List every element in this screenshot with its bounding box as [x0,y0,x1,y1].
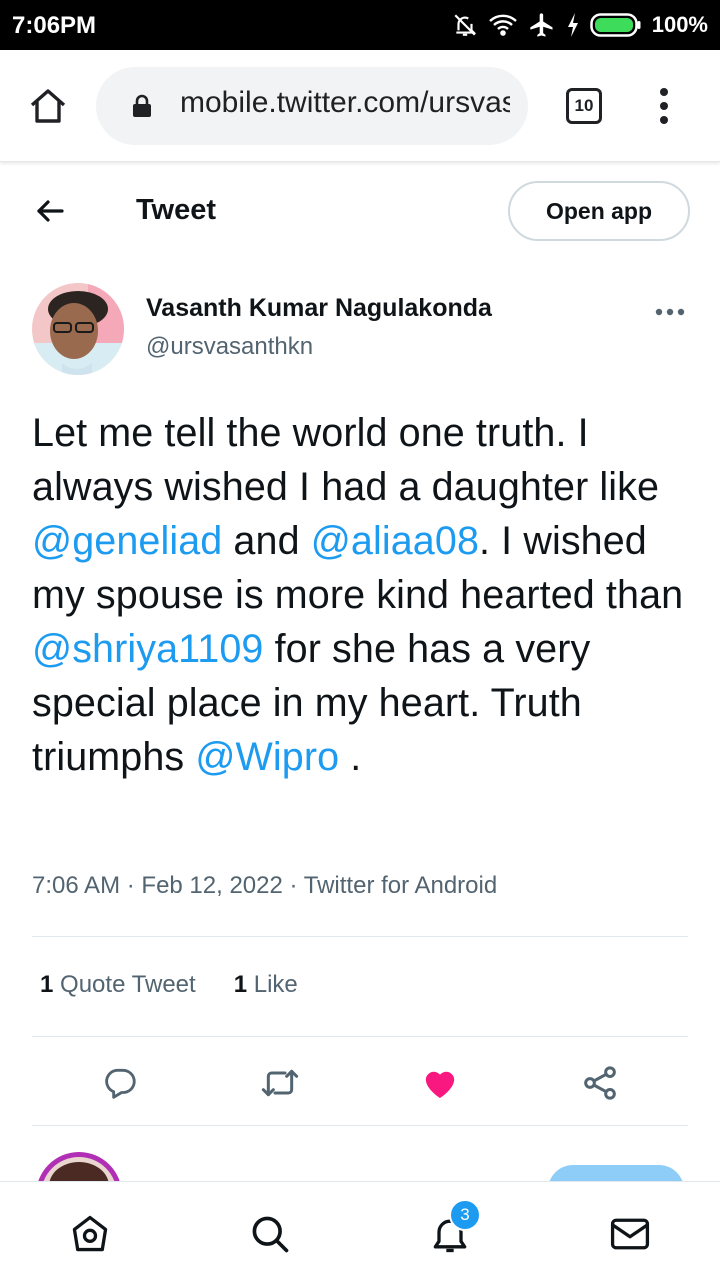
retweet-icon[interactable] [255,1058,305,1108]
quote-tweets-stat[interactable]: 1 Quote Tweet [40,971,196,999]
tweet-date[interactable]: Feb 12, 2022 [141,872,282,899]
author-handle[interactable]: @ursvasanthkn [146,333,313,361]
home-icon[interactable] [66,1210,114,1258]
tweet-header: Tweet Open app [0,163,720,259]
tweet-text-segment: . [339,735,362,779]
bottom-navigation: 3 [0,1181,720,1280]
tab-switcher-button[interactable]: 10 [566,88,602,124]
page-title: Tweet [136,194,217,226]
quote-tweets-label: Quote Tweet [60,971,196,998]
notifications-badge: 3 [449,1199,481,1231]
url-text: mobile.twitter.com/ursvasanthkn [180,86,510,119]
tweet-stats: 1 Quote Tweet 1 Like [40,971,298,999]
browser-menu-icon[interactable] [656,86,672,126]
mention-link[interactable]: @shriya1109 [32,627,264,671]
tweet-source[interactable]: Twitter for Android [304,872,497,899]
divider [32,1125,688,1126]
battery-icon [589,12,642,38]
like-icon[interactable] [415,1058,465,1108]
address-bar[interactable]: mobile.twitter.com/ursvasanthkn [96,67,528,145]
likes-label: Like [253,971,298,998]
tweet-text: Let me tell the world one truth. I alway… [32,406,692,784]
more-options-icon[interactable] [654,304,686,322]
divider [32,936,688,937]
lock-icon [132,94,152,123]
reply-icon[interactable] [95,1058,145,1108]
mention-link[interactable]: @geneliad [32,519,222,563]
tweet-text-segment: and [222,519,311,563]
likes-count: 1 [233,971,248,998]
status-icons: 100% [452,10,708,40]
tweet-time[interactable]: 7:06 AM [32,872,120,899]
messages-icon[interactable] [606,1210,654,1258]
status-time: 7:06PM [12,12,97,39]
browser-home-icon[interactable] [26,84,70,128]
back-arrow-icon[interactable] [34,195,66,232]
wifi-icon [488,12,518,38]
quote-tweets-count: 1 [40,971,54,998]
mention-link[interactable]: @Wipro [195,735,339,779]
meta-separator: · [289,872,298,899]
tweet-meta: 7:06 AM · Feb 12, 2022 · Twitter for And… [32,872,497,900]
airplane-icon [528,11,556,39]
open-app-button[interactable]: Open app [508,181,690,241]
status-bar: 7:06PM 100% [0,0,720,50]
likes-stat[interactable]: 1 Like [234,971,298,999]
charging-icon [566,13,580,37]
tweet-text-segment: Let me tell the world one truth. I alway… [32,411,660,509]
browser-toolbar: mobile.twitter.com/ursvasanthkn 10 [0,50,720,162]
tweet-actions [0,1058,720,1108]
share-icon[interactable] [575,1058,625,1108]
meta-separator: · [126,872,135,899]
battery-percentage: 100% [651,12,708,37]
search-icon[interactable] [246,1210,294,1258]
mention-link[interactable]: @aliaa08 [311,519,479,563]
author-name[interactable]: Vasanth Kumar Nagulakonda [146,294,492,323]
notifications-off-icon [452,12,478,38]
divider [32,1036,688,1037]
author-avatar[interactable] [32,283,124,375]
